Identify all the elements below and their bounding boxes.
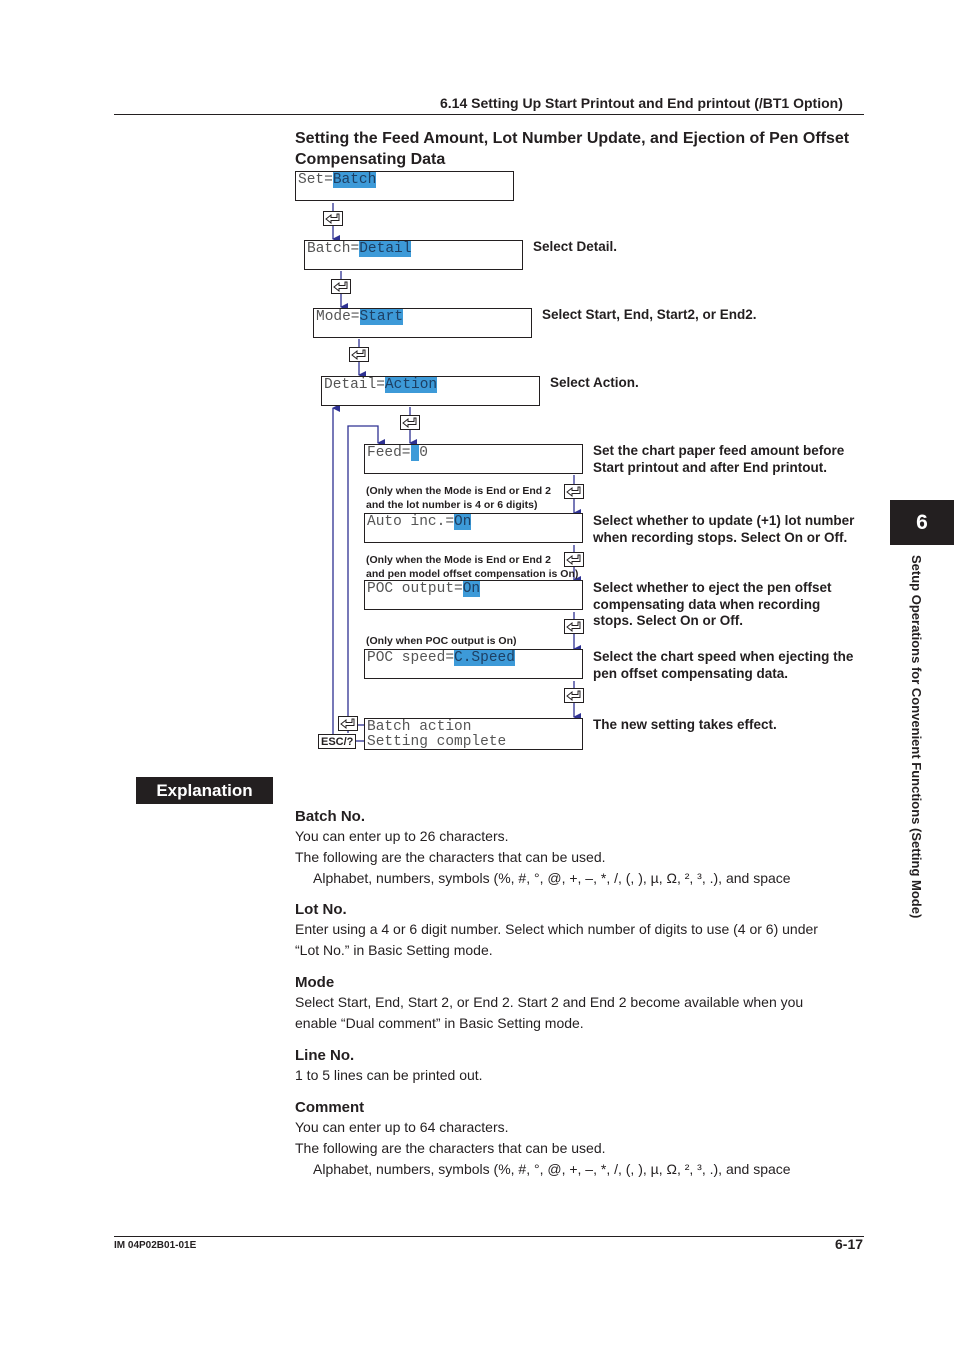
lcd-line: Setting complete [367,734,507,750]
lcd-value: On [462,581,481,597]
note-poc-output: Select whether to eject the pen offset c… [593,580,832,628]
paragraph-line: Select Start, End, Start 2, or End 2. St… [295,994,804,1010]
enter-key-icon [349,347,369,362]
paragraph-line: “Lot No.” in Basic Setting mode. [295,942,493,958]
allowed-characters: Alphabet, numbers, symbols (%, #, °, @, … [313,1161,791,1177]
condition-poc-speed: (Only when POC output is On) [366,635,517,647]
page-number: 6-17 [835,1236,864,1252]
lcd-value: Detail [359,241,412,257]
paragraph-line: You can enter up to 26 characters. [295,828,509,844]
condition-line: and the lot number is 4 or 6 digits) [366,498,538,511]
enter-key-icon [400,415,420,430]
side-title-text: Setup Operations for Convenient Function… [909,555,924,919]
lcd-label: POC output= [367,581,463,597]
lcd-label: Feed= [367,445,411,461]
paragraph-line: Enter using a 4 or 6 digit number. Selec… [295,921,818,937]
paragraph-line: The following are the characters that ca… [295,849,606,865]
heading-lot-no: Lot No. [295,901,347,918]
note-detail: Select Action. [550,375,639,390]
heading-batch-no: Batch No. [295,808,366,825]
lcd-value: Batch [332,172,377,188]
lcd-value [410,445,420,461]
lcd-value: C.Speed [454,650,515,666]
lcd-detail: Detail=Action [321,376,540,406]
lcd-label: Auto inc.= [367,514,455,530]
explanation-label: Explanation [136,777,273,804]
condition-line: (Only when the Mode is End or End 2 [366,485,551,497]
lcd-batch: Batch=Detail [304,240,523,270]
condition-line: and pen model offset compensation is On) [366,567,579,580]
chapter-tab: 6 [890,500,954,545]
lcd-suffix: 0 [419,445,428,461]
lcd-label: Batch= [307,241,360,257]
chapter-side-title: Setup Operations for Convenient Function… [902,555,930,965]
condition-poc-output: (Only when the Mode is End or End 2 and p… [366,554,578,581]
lcd-label: Mode= [316,309,360,325]
lcd-final: Batch action Setting complete [364,718,583,750]
lcd-label: Set= [298,172,333,188]
enter-key-icon [564,619,584,634]
heading-line-no: Line No. [295,1047,355,1064]
heading-comment: Comment [295,1099,365,1116]
lcd-value: On [454,514,472,530]
lcd-value: Start [359,309,404,325]
lot-no-text: Enter using a 4 or 6 digit number. Selec… [295,919,855,961]
note-mode: Select Start, End, Start2, or End2. [542,307,757,322]
lcd-mode: Mode=Start [313,308,532,338]
paragraph-line: The following are the characters that ca… [295,1140,606,1156]
enter-key-icon [564,484,584,499]
footer-rule [114,1236,864,1237]
mode-text: Select Start, End, Start 2, or End 2. St… [295,992,855,1034]
lcd-line: Batch action [367,719,472,735]
lcd-auto-inc: Auto inc.=On [364,513,583,543]
condition-auto-inc: (Only when the Mode is End or End 2 and t… [366,485,551,512]
lcd-feed: Feed= 0 [364,444,583,474]
esc-key: ESC/? [318,734,357,749]
condition-line: (Only when the Mode is End or End 2 [366,554,551,566]
lcd-set: Set=Batch [295,171,514,201]
enter-key-icon [331,279,351,294]
comment-text: You can enter up to 64 characters. The f… [295,1117,855,1180]
note-batch: Select Detail. [533,239,618,254]
note-auto-inc: Select whether to update (+1) lot number… [593,513,855,545]
lcd-label: POC speed= [367,650,455,666]
enter-key-icon [564,688,584,703]
enter-key-icon [323,211,343,226]
paragraph-line: 1 to 5 lines can be printed out. [295,1067,483,1083]
doc-id: IM 04P02B01-01E [114,1240,197,1251]
note-poc-speed: Select the chart speed when ejecting the… [593,649,854,681]
paragraph-line: You can enter up to 64 characters. [295,1119,509,1135]
lcd-poc-speed: POC speed=C.Speed [364,649,583,679]
allowed-characters: Alphabet, numbers, symbols (%, #, °, @, … [313,870,791,886]
note-final: The new setting takes effect. [593,717,777,732]
batch-no-text: You can enter up to 26 characters. The f… [295,826,855,889]
lcd-poc-output: POC output=On [364,580,583,610]
line-no-text: 1 to 5 lines can be printed out. [295,1065,855,1086]
paragraph-line: enable “Dual comment” in Basic Setting m… [295,1015,584,1031]
enter-key-icon [338,716,358,731]
lcd-value: Action [384,377,438,393]
lcd-label: Detail= [324,377,385,393]
note-feed: Set the chart paper feed amount before S… [593,443,845,475]
heading-mode: Mode [295,974,335,991]
